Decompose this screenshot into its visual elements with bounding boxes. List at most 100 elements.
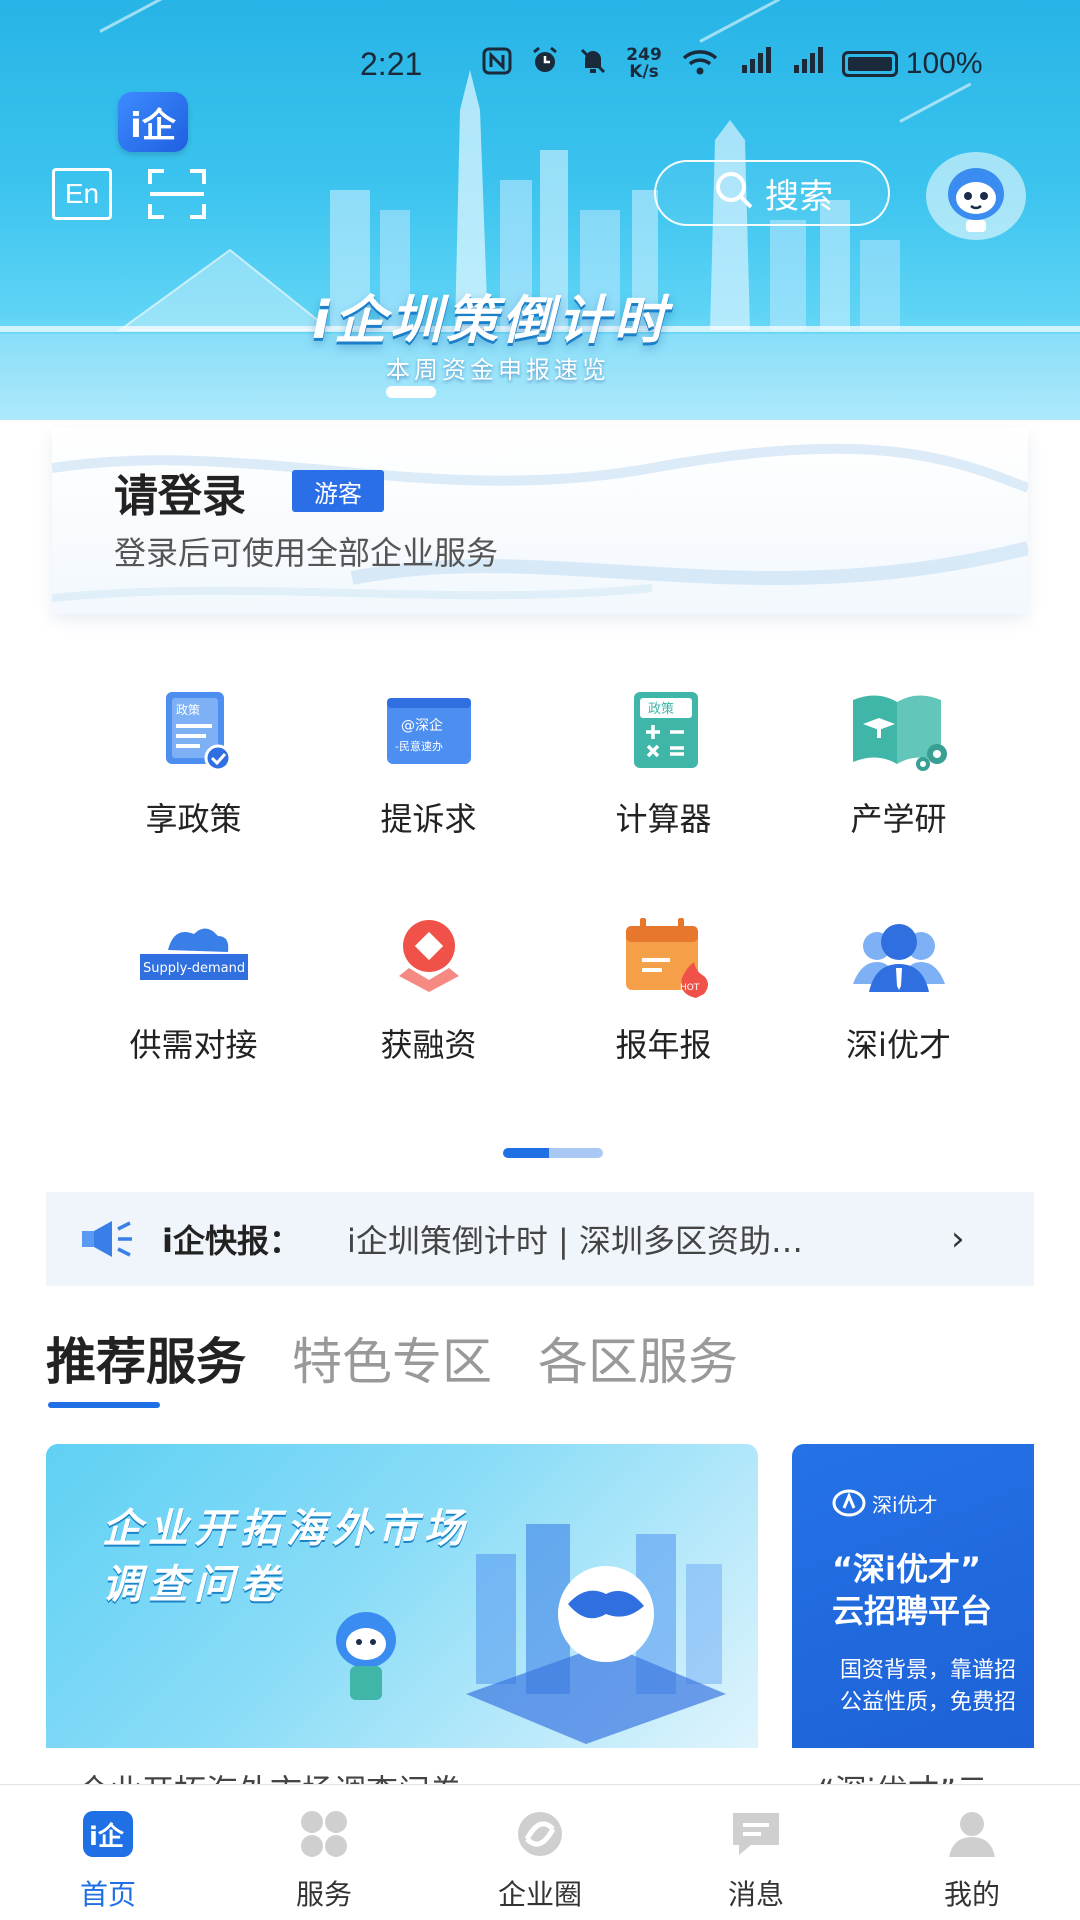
carousel-dot-active <box>386 386 436 398</box>
service-appeal[interactable]: @深企 -民意速办 提诉求 <box>311 680 546 906</box>
ticker-text[interactable]: i企圳策倒计时 | 深圳多区资助… <box>347 1216 917 1262</box>
nav-services[interactable]: 服务 <box>216 1785 432 1920</box>
service-label: 计算器 <box>615 800 712 838</box>
card-title-line2: 云招聘平台 <box>832 1592 993 1630</box>
service-industry-academia[interactable]: 产学研 <box>781 680 1016 906</box>
circle-icon <box>513 1809 567 1859</box>
search-icon <box>711 167 755 220</box>
calculator-icon: 政策 <box>604 680 724 780</box>
service-label: 深i优才 <box>846 1026 951 1064</box>
profile-icon <box>945 1809 999 1859</box>
page-dot-inactive <box>549 1148 603 1158</box>
tab-featured[interactable]: 特色专区 <box>292 1322 492 1394</box>
nav-label: 消息 <box>727 1878 784 1911</box>
net-speed: 249 K/s <box>626 47 662 81</box>
battery-percent: 100% <box>905 47 983 80</box>
news-ticker[interactable]: i企快报： i企圳策倒计时 | 深圳多区资助… › <box>46 1192 1034 1286</box>
service-label: 获融资 <box>380 1026 477 1064</box>
service-row: Supply-demand 供需对接 获融资 HOT 报年报 深i优才 <box>76 906 1016 1132</box>
service-label: 报年报 <box>615 1026 712 1064</box>
nav-label: 服务 <box>295 1878 352 1911</box>
chevron-right-icon[interactable]: › <box>951 1219 965 1259</box>
service-label: 产学研 <box>850 800 947 838</box>
app-logo: i企 <box>118 92 188 152</box>
signal-icon <box>738 46 772 82</box>
wifi-icon <box>680 46 720 83</box>
service-row: 政策 享政策 @深企 -民意速办 提诉求 政策 计算器 产学研 <box>76 680 1016 906</box>
assistant-avatar[interactable] <box>926 152 1026 240</box>
financing-icon <box>369 906 489 1006</box>
nav-circle[interactable]: 企业圈 <box>432 1785 648 1920</box>
battery: 100% <box>841 47 983 81</box>
service-talent[interactable]: 深i优才 <box>781 906 1016 1132</box>
language-button[interactable]: En <box>52 168 112 220</box>
card-brand-text: 深i优才 <box>872 1492 938 1517</box>
nav-home[interactable]: i企 首页 <box>0 1785 216 1920</box>
service-financing[interactable]: 获融资 <box>311 906 546 1132</box>
net-speed-unit: K/s <box>629 62 659 82</box>
nav-label: 首页 <box>79 1878 136 1911</box>
alarm-icon <box>530 46 560 83</box>
guest-badge: 游客 <box>292 470 384 512</box>
banner-title: i企圳策倒计时 <box>312 291 670 351</box>
login-card[interactable]: 请登录 游客 登录后可使用全部企业服务 <box>52 428 1028 614</box>
search-button[interactable]: 搜索 <box>654 160 890 226</box>
section-tabs: 推荐服务 特色专区 各区服务 <box>46 1322 738 1408</box>
page-dot-active <box>503 1148 549 1158</box>
service-enjoy-policy[interactable]: 政策 享政策 <box>76 680 311 906</box>
nav-profile[interactable]: 我的 <box>864 1785 1080 1920</box>
book-gear-icon <box>839 680 959 780</box>
ticker-label: i企快报： <box>162 1222 301 1260</box>
megaphone-icon <box>78 1217 138 1261</box>
card-title-line2: 调查问卷 <box>102 1562 286 1608</box>
signal-icon <box>790 46 824 82</box>
login-subtitle: 登录后可使用全部企业服务 <box>114 534 499 572</box>
nfc-icon <box>482 47 512 82</box>
top-banner[interactable]: 2:21 249 K/s 100% i企 En 搜索 i企圳策倒计时 本周资金申… <box>0 0 1080 420</box>
service-supply-demand[interactable]: Supply-demand 供需对接 <box>76 906 311 1132</box>
bottom-nav: i企 首页 服务 企业圈 消息 我的 <box>0 1784 1080 1920</box>
mascot-icon <box>948 168 1004 232</box>
card-title-line1: 企业开拓海外市场 <box>102 1506 470 1552</box>
policy-icon-text: 政策 <box>176 703 200 717</box>
service-label: 提诉求 <box>380 800 477 838</box>
service-label: 供需对接 <box>129 1026 258 1064</box>
home-icon: i企 <box>81 1809 135 1859</box>
mute-icon <box>578 46 608 83</box>
service-calculator[interactable]: 政策 计算器 <box>546 680 781 906</box>
calc-icon-text: 政策 <box>648 701 674 717</box>
service-grid: 政策 享政策 @深企 -民意速办 提诉求 政策 计算器 产学研 Supply-d… <box>76 680 1016 1132</box>
tab-districts[interactable]: 各区服务 <box>538 1322 738 1394</box>
app-logo-text: i企 <box>130 105 176 146</box>
nav-label: 企业圈 <box>497 1878 582 1911</box>
login-title: 请登录 <box>114 471 246 522</box>
tab-recommended[interactable]: 推荐服务 <box>46 1322 246 1408</box>
card-desc-line1: 国资背景，靠谱招 <box>840 1658 1017 1683</box>
appeal-icon-text-top: @深企 <box>401 717 443 734</box>
search-label: 搜索 <box>765 176 833 217</box>
services-grid-icon <box>297 1809 351 1859</box>
hot-icon-text: HOT <box>680 983 700 993</box>
annual-report-icon: HOT <box>604 906 724 1006</box>
service-card-survey[interactable]: 企业开拓海外市场 调查问卷 <box>46 1444 758 1748</box>
home-icon-text: i企 <box>89 1821 125 1852</box>
nav-messages[interactable]: 消息 <box>648 1785 864 1920</box>
scan-icon[interactable] <box>148 168 206 220</box>
banner-subtitle: 本周资金申报速览 <box>386 356 610 384</box>
banner-carousel-indicator <box>386 386 436 398</box>
appeal-icon-text-bottom: -民意速办 <box>395 739 443 753</box>
service-annual-report[interactable]: HOT 报年报 <box>546 906 781 1132</box>
talent-logo-icon <box>832 1489 866 1517</box>
supply-icon-text: Supply-demand <box>143 961 245 976</box>
service-page-indicator <box>503 1148 603 1158</box>
nav-label: 我的 <box>943 1878 1000 1911</box>
talent-icon <box>839 906 959 1006</box>
battery-icon <box>841 51 898 77</box>
service-label: 享政策 <box>145 800 242 838</box>
appeal-icon: @深企 -民意速办 <box>369 680 489 780</box>
card-brand: 深i优才 <box>832 1488 938 1518</box>
message-icon <box>729 1809 783 1859</box>
policy-doc-icon: 政策 <box>134 680 254 780</box>
service-card-talent-recruit[interactable]: 深i优才 “深i优才” 云招聘平台 国资背景，靠谱招 公益性质，免费招 <box>792 1444 1034 1748</box>
status-icons: 249 K/s 100% <box>482 46 983 83</box>
